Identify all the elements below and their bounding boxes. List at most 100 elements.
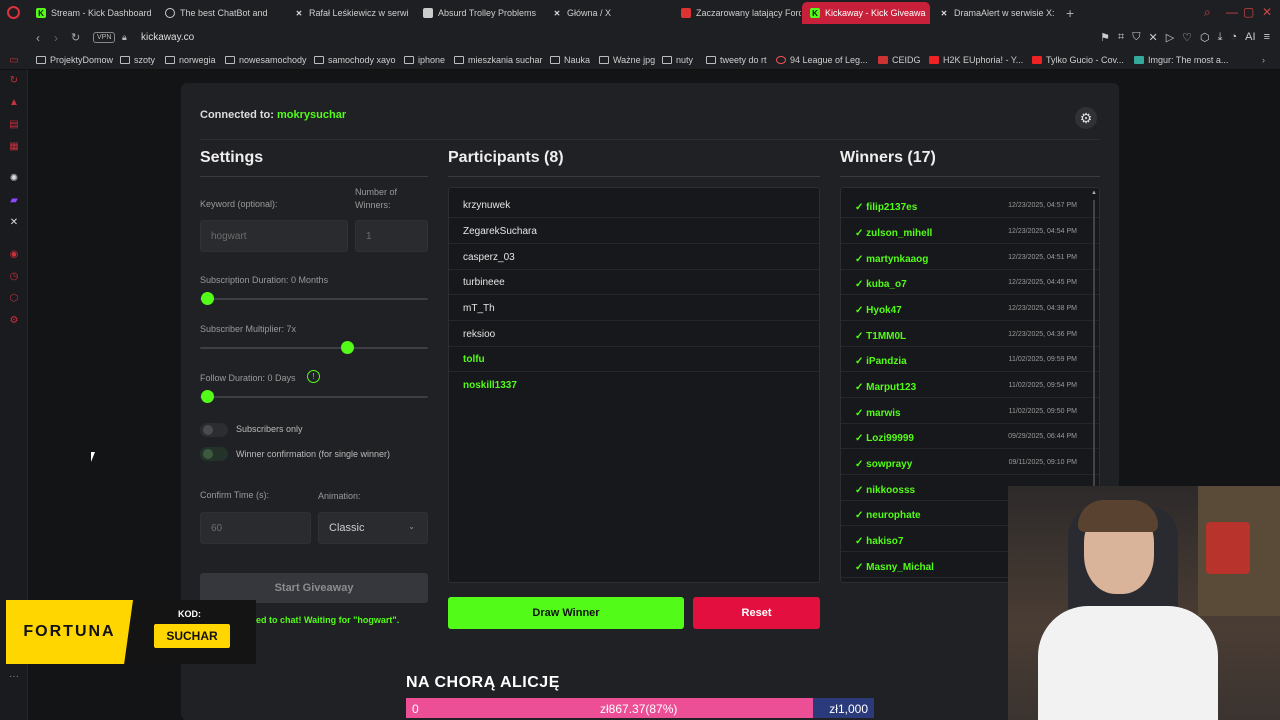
giveaway-card: Connected to: mokrysuchar ⚙ Settings Key… (181, 83, 1119, 720)
webcam-person-hair (1078, 500, 1158, 532)
start-giveaway-button[interactable]: Start Giveaway (200, 573, 428, 603)
sub-duration-slider[interactable] (200, 298, 428, 300)
screenshot-icon[interactable]: ⌗ (1118, 31, 1124, 44)
pinboard-icon[interactable]: ▤ (8, 118, 20, 130)
folder-icon (454, 56, 464, 64)
shield-icon[interactable]: ⛉ (1132, 31, 1140, 44)
tab-kick-dashboard[interactable]: K Stream - Kick Dashboard (28, 2, 156, 24)
tab-ford[interactable]: Zaczarowany latający Ford (673, 2, 801, 24)
list-item: casperz_03 (449, 245, 819, 270)
bookmark-item[interactable]: H2K EUphoria! - Y... (929, 55, 1023, 65)
bookmark-item[interactable]: ProjektyDomow (36, 55, 113, 65)
player-icon[interactable]: ◉ (8, 248, 20, 260)
lock-icon[interactable]: 🔒︎ (122, 32, 127, 43)
follow-duration-slider[interactable] (200, 396, 428, 398)
more-bookmarks-icon[interactable]: › (1262, 55, 1265, 65)
sub-multiplier-slider[interactable] (200, 347, 428, 349)
bookmark-item[interactable]: 94 League of Leg... (776, 55, 868, 65)
close-window-icon[interactable]: ✕ (1262, 5, 1272, 19)
bookmark-item[interactable]: mieszkania suchar (454, 55, 543, 65)
profile-icon[interactable]: ◔ (1231, 31, 1238, 44)
winner-name: ✓ T1MM0L (855, 331, 907, 342)
bookmark-item[interactable]: samochody xayo (314, 55, 396, 65)
new-tab-plus-icon[interactable]: + (1066, 2, 1074, 24)
clock-icon[interactable]: ◷ (8, 270, 20, 282)
forward-icon[interactable]: › (54, 31, 58, 45)
search-tabs-icon[interactable]: ⌕ (1204, 5, 1211, 20)
reset-button[interactable]: Reset (693, 597, 820, 629)
bookmark-icon[interactable]: ⚑ (1100, 31, 1110, 44)
sub-multiplier-slider-handle[interactable] (341, 341, 354, 354)
bookmark-item[interactable]: norwegia (165, 55, 216, 65)
settings-heading: Settings (200, 149, 264, 166)
winner-row: ✓ iPandzia 11/02/2025, 09:59 PM (841, 347, 1099, 372)
maximize-icon[interactable]: ▢ (1243, 5, 1254, 19)
scroll-up-icon[interactable]: ▲ (1091, 190, 1097, 196)
tab-kickaway[interactable]: K Kickaway - Kick Giveawa (802, 2, 930, 24)
extensions-icon[interactable]: ⬡ (8, 292, 20, 304)
confirm-time-label: Confirm Time (s): (200, 490, 270, 500)
more-icon[interactable]: ··· (8, 670, 20, 682)
info-icon[interactable]: ! (307, 370, 320, 383)
heart-icon[interactable]: ♡ (1182, 31, 1192, 44)
bookmark-item[interactable]: Tylko Gucio - Cov... (1032, 55, 1124, 65)
winner-name: ✓ hakiso7 (855, 536, 904, 547)
vpn-badge[interactable]: VPN (93, 32, 116, 43)
webcam-overlay (1008, 486, 1280, 720)
goal-target-label: zł1,000 (829, 702, 868, 716)
scrollbar-thumb[interactable] (1093, 200, 1095, 486)
opera-logo-icon[interactable] (7, 6, 20, 19)
follow-duration-slider-handle[interactable] (201, 390, 214, 403)
toggle-knob (203, 425, 213, 435)
tab-x-rafal[interactable]: ✕ Rafał Leśkiewicz w serwi (286, 2, 414, 24)
bookmark-item[interactable]: Ważne jpg (599, 55, 655, 65)
winner-name: ✓ Marput123 (855, 382, 917, 393)
animation-select[interactable]: Classic ⌄ (318, 512, 428, 544)
list-item: krzynuwek (449, 193, 819, 218)
bookmark-item[interactable]: Imgur: The most a... (1134, 55, 1228, 65)
bookmark-item[interactable]: nuty (662, 55, 693, 65)
confirm-time-input[interactable]: 60 (200, 512, 311, 544)
messenger-icon[interactable]: ▭ (8, 54, 20, 66)
winner-row: ✓ sowprayy 09/11/2025, 09:10 PM (841, 450, 1099, 475)
aria-ai-button[interactable]: AI (1245, 31, 1255, 44)
draw-winner-button[interactable]: Draw Winner (448, 597, 684, 629)
tab-island-icon[interactable]: ▦ (8, 140, 20, 152)
settings-gear-icon[interactable]: ⚙ (1075, 107, 1097, 129)
promo-code-value: SUCHAR (154, 624, 230, 648)
back-icon[interactable]: ‹ (36, 31, 40, 45)
subscribers-only-toggle[interactable] (200, 423, 228, 437)
sub-multiplier-label: Subscriber Multiplier: 7x (200, 324, 297, 334)
url-field[interactable]: kickaway.co (141, 32, 194, 43)
bookmark-item[interactable]: iphone (404, 55, 445, 65)
tab-x-home[interactable]: ✕ Główna / X (544, 2, 672, 24)
bookmark-item[interactable]: Nauka (550, 55, 590, 65)
keyword-input[interactable]: hogwart (200, 220, 348, 252)
winners-count-input[interactable]: 1 (355, 220, 428, 252)
winners-scrollbar[interactable]: ▲ (1091, 190, 1097, 490)
bookmark-item[interactable]: CEIDG (878, 55, 921, 65)
menu-icon[interactable]: ≡ (1264, 31, 1270, 44)
bookmark-item[interactable]: szoty (120, 55, 155, 65)
tab-chatbot[interactable]: The best ChatBot and (157, 2, 285, 24)
download-icon[interactable]: ⤓ (1218, 31, 1223, 44)
minimize-icon[interactable]: — (1226, 5, 1238, 19)
winner-name: ✓ sowprayy (855, 459, 913, 470)
sub-duration-slider-handle[interactable] (201, 292, 214, 305)
history-icon[interactable]: ↻ (8, 74, 20, 86)
extension-x-icon[interactable]: ✕ (1148, 31, 1157, 44)
tab-dramaalert[interactable]: ✕ DramaAlert w serwisie X: (931, 2, 1059, 24)
x-icon[interactable]: ✕ (8, 216, 20, 228)
twitch-icon[interactable]: ▰ (8, 194, 20, 206)
kickaway-icon: K (810, 8, 820, 18)
chatgpt-icon[interactable]: ✺ (8, 172, 20, 184)
settings-icon[interactable]: ⚙ (8, 314, 20, 326)
cube-icon[interactable]: ⬡ (1200, 31, 1210, 44)
play-icon[interactable]: ▷ (1166, 31, 1174, 44)
winner-confirmation-toggle[interactable] (200, 447, 228, 461)
bookmark-item[interactable]: tweety do rt (706, 55, 767, 65)
bookmark-item[interactable]: nowesamochody (225, 55, 307, 65)
tab-trolley[interactable]: Absurd Trolley Problems (415, 2, 543, 24)
wallet-icon[interactable]: ▲ (8, 96, 20, 108)
reload-icon[interactable]: ↻ (71, 31, 80, 44)
